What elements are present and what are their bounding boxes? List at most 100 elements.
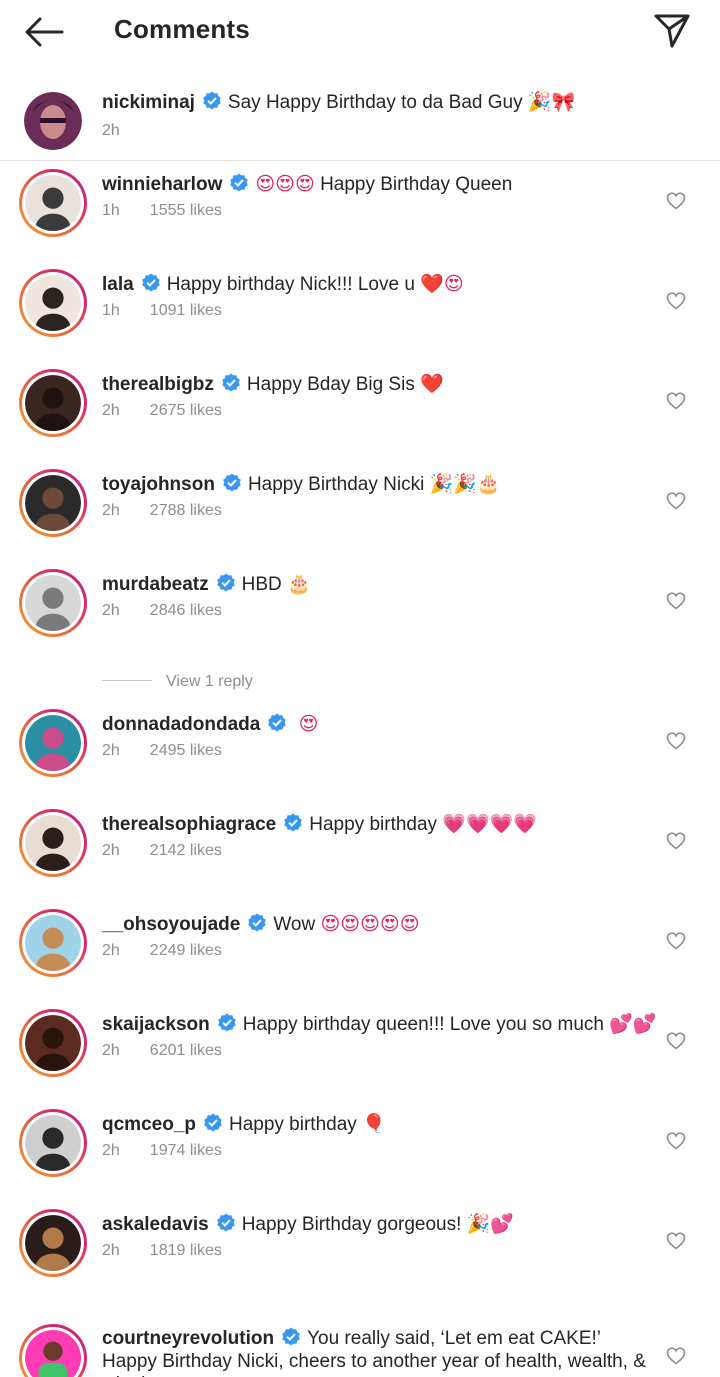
comment-likes-count[interactable]: 2846 likes <box>150 602 222 619</box>
comment-likes-count[interactable]: 2788 likes <box>150 502 222 519</box>
avatar[interactable] <box>24 92 82 150</box>
verified-badge-icon <box>223 473 241 492</box>
avatar[interactable] <box>19 709 87 777</box>
view-replies-link[interactable]: View 1 reply <box>102 673 253 693</box>
comment-text: Happy birthday queen!!! Love you so much <box>242 1014 604 1035</box>
like-heart-icon[interactable] <box>666 291 686 311</box>
like-heart-icon[interactable] <box>666 931 686 951</box>
comment-username[interactable]: qcmceo_p <box>102 1114 196 1135</box>
avatar-image <box>25 275 81 331</box>
avatar[interactable] <box>19 1009 87 1077</box>
comment-text: Happy birthday Nick!!! Love u <box>166 274 415 295</box>
like-heart-icon[interactable] <box>666 591 686 611</box>
comment-likes-count[interactable]: 2249 likes <box>150 942 222 959</box>
verified-badge-icon <box>268 713 287 732</box>
comment-time: 2h <box>102 1042 120 1059</box>
comment-username[interactable]: skaijackson <box>102 1014 210 1035</box>
comment-likes-count[interactable]: 1091 likes <box>150 302 222 319</box>
verified-badge-icon <box>203 91 221 110</box>
avatar[interactable] <box>19 909 87 977</box>
avatar-image <box>25 1015 81 1071</box>
comment-row: murdabeatz HBD 🎂 2h 2846 likes <box>0 560 720 660</box>
avatar[interactable] <box>19 569 87 637</box>
reply-divider <box>102 680 152 681</box>
comment-time: 2h <box>102 1242 120 1259</box>
verified-badge-icon <box>216 573 235 592</box>
comment-username[interactable]: askaledavis <box>102 1214 209 1235</box>
avatar[interactable] <box>19 169 87 237</box>
comment-emoji: 💕💕 <box>609 1013 657 1035</box>
avatar-image <box>25 475 81 531</box>
comment-emoji: ❤️ <box>420 373 444 395</box>
comment-username[interactable]: therealsophiagrace <box>102 814 276 835</box>
comment-text: Happy birthday <box>228 1114 357 1135</box>
caption-time: 2h <box>102 122 120 139</box>
avatar[interactable] <box>19 369 87 437</box>
comment-username[interactable]: toyajohnson <box>102 474 215 495</box>
comment-emoji: 🎉💕 <box>466 1213 514 1235</box>
comment-emoji: 🎉🎉🎂 <box>429 473 501 495</box>
comment-likes-count[interactable]: 2675 likes <box>150 402 222 419</box>
avatar-image <box>25 915 81 971</box>
caption-username[interactable]: nickiminaj <box>102 92 195 113</box>
comment-likes-count[interactable]: 1819 likes <box>150 1242 222 1259</box>
avatar[interactable] <box>19 469 87 537</box>
comment-username[interactable]: therealbigbz <box>102 374 214 395</box>
comment-username[interactable]: murdabeatz <box>102 574 209 595</box>
verified-badge-icon <box>230 173 249 192</box>
comment-row: donnadadondada 😍 2h 2495 likes <box>0 700 720 800</box>
avatar-image <box>25 1115 81 1171</box>
avatar-image <box>25 715 81 771</box>
send-icon[interactable] <box>652 10 692 50</box>
like-heart-icon[interactable] <box>666 191 686 211</box>
comment-likes-count[interactable]: 1974 likes <box>150 1142 222 1159</box>
avatar[interactable] <box>19 1324 87 1377</box>
avatar-image <box>25 175 81 231</box>
comment-row: qcmceo_p Happy birthday 🎈 2h 1974 likes <box>0 1100 720 1200</box>
verified-badge-icon <box>222 373 240 392</box>
verified-badge-icon <box>282 1327 300 1346</box>
avatar[interactable] <box>19 809 87 877</box>
comment-time: 1h <box>102 202 120 219</box>
comment-emoji: ❤️😍 <box>420 273 464 295</box>
comment-username[interactable]: donnadadondada <box>102 714 260 735</box>
post-caption: nickiminaj Say Happy Birthday to da Bad G… <box>0 70 720 161</box>
comment-text: Happy Birthday gorgeous! <box>241 1214 462 1235</box>
comment-username[interactable]: winnieharlow <box>102 174 222 195</box>
like-heart-icon[interactable] <box>666 831 686 851</box>
comment-username[interactable]: courtneyrevolution <box>102 1328 274 1349</box>
comment-username[interactable]: lala <box>102 274 134 295</box>
avatar-image <box>25 815 81 871</box>
verified-badge-icon <box>248 913 267 932</box>
comment-time: 2h <box>102 842 120 859</box>
like-heart-icon[interactable] <box>666 391 686 411</box>
verified-badge-icon <box>217 1013 236 1032</box>
view-replies-label: View 1 reply <box>166 673 253 690</box>
avatar[interactable] <box>19 1109 87 1177</box>
comment-text: Happy Birthday Queen <box>320 174 513 195</box>
avatar-image <box>25 1330 81 1377</box>
like-heart-icon[interactable] <box>666 491 686 511</box>
verified-badge-icon <box>284 813 303 832</box>
comment-emoji: 🎂 <box>287 573 311 595</box>
like-heart-icon[interactable] <box>666 1346 686 1366</box>
like-heart-icon[interactable] <box>666 1031 686 1051</box>
avatar[interactable] <box>19 269 87 337</box>
comment-likes-count[interactable]: 1555 likes <box>150 202 222 219</box>
comment-username[interactable]: __ohsoyoujade <box>102 914 240 935</box>
like-heart-icon[interactable] <box>666 1131 686 1151</box>
verified-badge-icon <box>141 273 160 292</box>
comment-likes-count[interactable]: 2495 likes <box>150 742 222 759</box>
like-heart-icon[interactable] <box>666 1231 686 1251</box>
comment-time: 1h <box>102 302 120 319</box>
comment-likes-count[interactable]: 2142 likes <box>150 842 222 859</box>
like-heart-icon[interactable] <box>666 731 686 751</box>
back-arrow-icon[interactable] <box>22 14 66 50</box>
comment-likes-count[interactable]: 6201 likes <box>150 1042 222 1059</box>
comment-text: Happy Bday Big Sis <box>246 374 415 395</box>
comment-time: 2h <box>102 502 120 519</box>
avatar[interactable] <box>19 1209 87 1277</box>
comment-row: therealbigbz Happy Bday Big Sis ❤️ 2h 2675 … <box>0 360 720 460</box>
header-bar: Comments <box>0 0 720 62</box>
caption-emoji: 🎉🎀 <box>527 91 576 113</box>
